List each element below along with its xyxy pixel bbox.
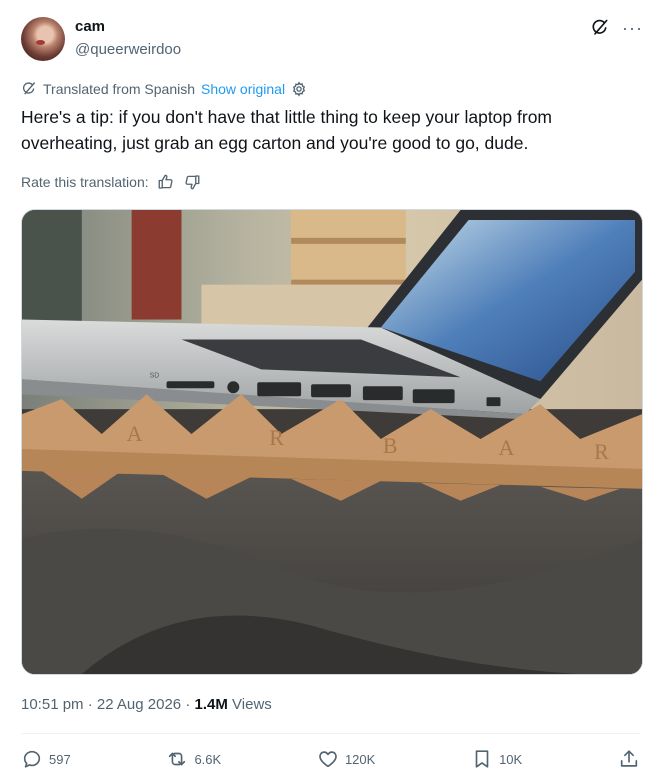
author-handle[interactable]: @queerweirdoo <box>75 41 181 58</box>
gear-icon[interactable] <box>291 81 307 97</box>
rate-label: Rate this translation: <box>21 174 149 190</box>
carton-letter: A <box>498 435 514 460</box>
divider <box>21 733 640 734</box>
tweet-meta: 10:51 pm · 22 Aug 2026 · 1.4M Views <box>21 696 272 713</box>
carton-letter: B <box>383 433 398 458</box>
tweet-text: Here's a tip: if you don't have that lit… <box>21 107 553 153</box>
reply-count: 597 <box>49 751 71 767</box>
repost-button[interactable]: 6.6K <box>166 748 221 770</box>
share-icon <box>620 750 638 767</box>
carton-letter: R <box>594 439 609 464</box>
like-count: 120K <box>344 751 376 767</box>
repost-count: 6.6K <box>194 751 222 767</box>
like-button[interactable]: 120K <box>317 748 375 770</box>
more-icon[interactable]: ··· <box>622 18 643 38</box>
meta-separator: · <box>185 696 191 713</box>
show-original-link[interactable]: Show original <box>201 81 285 97</box>
tweet-photo[interactable]: SD A R B A R <box>21 209 643 675</box>
carton-letter: R <box>269 425 284 450</box>
grok-icon[interactable] <box>590 18 610 38</box>
tweet-date[interactable]: 22 Aug 2026 <box>97 696 181 713</box>
meta-separator: · <box>87 696 93 713</box>
tweet-time[interactable]: 10:51 pm <box>21 696 84 713</box>
share-button[interactable] <box>618 748 640 770</box>
translation-row: Translated from Spanish Show original <box>21 81 307 97</box>
repost-icon <box>169 752 186 766</box>
top-icons: ··· <box>590 18 643 38</box>
thumbs-down-icon[interactable] <box>183 173 201 191</box>
port-label: SD <box>150 372 160 379</box>
reply-icon <box>23 750 41 768</box>
carton-letter: A <box>127 421 143 446</box>
bookmark-button[interactable]: 10K <box>471 748 522 770</box>
views-label: Views <box>232 696 272 713</box>
bookmark-count: 10K <box>499 751 523 767</box>
reply-button[interactable]: 597 <box>21 748 71 770</box>
thumbs-up-icon[interactable] <box>157 173 175 191</box>
translate-icon <box>22 82 35 95</box>
rate-translation: Rate this translation: <box>21 173 201 191</box>
views-count: 1.4M <box>194 696 228 713</box>
avatar[interactable] <box>21 17 65 61</box>
translated-label: Translated from Spanish <box>43 81 195 97</box>
author-name[interactable]: cam <box>75 18 105 35</box>
heart-icon <box>319 751 337 768</box>
action-bar: 597 6.6K 120K 10K <box>21 748 640 770</box>
bookmark-icon <box>475 750 489 768</box>
